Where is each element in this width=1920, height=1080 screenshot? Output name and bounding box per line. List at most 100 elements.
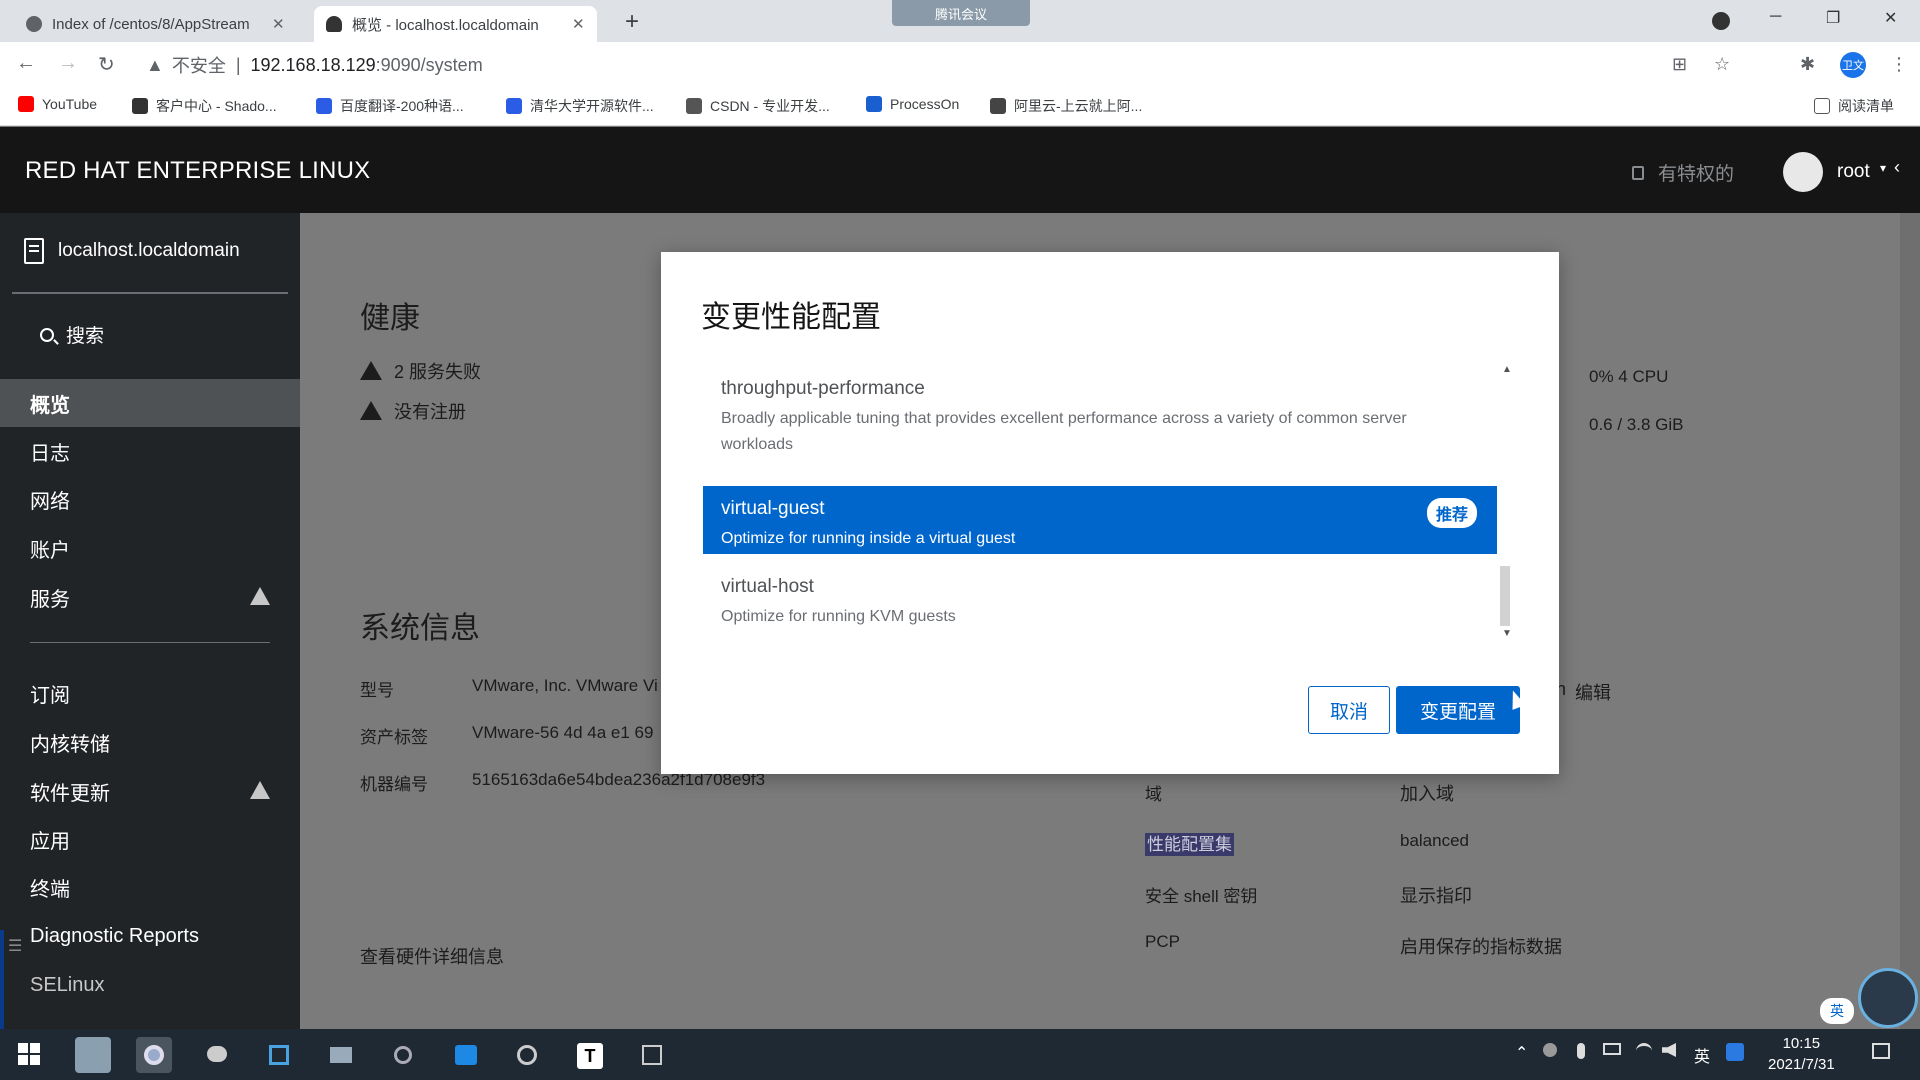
taskbar-app-icon[interactable] [509, 1037, 545, 1073]
microphone-icon[interactable] [1577, 1043, 1585, 1059]
close-tab-icon[interactable]: ✕ [572, 15, 585, 33]
qq-icon[interactable] [1726, 1043, 1744, 1061]
profile-desc: Broadly applicable tuning that provides … [721, 410, 1407, 453]
enable-pcp-link[interactable]: 启用保存的指标数据 [1400, 933, 1562, 959]
address-bar[interactable]: ▲ 不安全 | 192.168.18.129 :9090/system [146, 50, 483, 80]
sidebar-item-network[interactable]: 网络 [0, 475, 300, 523]
privileged-toggle[interactable]: 有特权的 [1632, 159, 1734, 186]
meeting-banner[interactable]: 腾讯会议 [892, 0, 1030, 26]
floating-avatar[interactable] [1858, 968, 1918, 1028]
taskbar-clock[interactable]: 10:15 2021/7/31 [1768, 1033, 1835, 1075]
hardware-details-link[interactable]: 查看硬件详细信息 [360, 943, 504, 969]
new-tab-button[interactable]: + [625, 8, 639, 36]
bookmark-processon[interactable]: ProcessOn [866, 96, 959, 112]
redhat-icon [326, 16, 342, 32]
list-scroll-up-icon[interactable]: ▲ [1502, 364, 1512, 375]
sidebar-item-kdump[interactable]: 内核转储 [0, 718, 300, 766]
profile-option-throughput-performance[interactable]: throughput-performance Broadly applicabl… [703, 378, 1497, 458]
tab-cockpit-overview[interactable]: 概览 - localhost.localdomain ✕ [314, 6, 597, 42]
wifi-icon[interactable] [1636, 1043, 1652, 1057]
sidebar-item-accounts[interactable]: 账户 [0, 524, 300, 572]
performance-profile-link[interactable]: balanced [1400, 831, 1469, 851]
sidebar-item-updates[interactable]: 软件更新 [0, 767, 300, 815]
close-tab-icon[interactable]: ✕ [272, 15, 285, 33]
bookmark-baidu-translate[interactable]: 百度翻译-200种语... [316, 96, 464, 116]
minimize-button[interactable]: ─ [1770, 8, 1781, 26]
config-key: 域 [1145, 785, 1162, 804]
reading-list[interactable]: 阅读清单 [1814, 96, 1894, 116]
bookmark-csdn[interactable]: CSDN - 专业开发... [686, 96, 830, 116]
taskbar-explorer-icon[interactable] [323, 1037, 359, 1073]
tray-app-icon[interactable] [1543, 1043, 1557, 1057]
extensions-icon[interactable]: ✱ [1800, 54, 1815, 75]
sidebar-item-logs[interactable]: 日志 [0, 427, 300, 475]
battery-icon[interactable] [1603, 1043, 1621, 1055]
tray-overflow-icon[interactable]: ⌃ [1515, 1043, 1528, 1063]
sidebar-item-subscriptions[interactable]: 订阅 [0, 669, 300, 717]
edit-hostname-link[interactable]: 编辑 [1575, 679, 1611, 705]
ime-indicator[interactable]: 英 [1820, 998, 1854, 1024]
profile-option-virtual-host[interactable]: virtual-host Optimize for running KVM gu… [703, 576, 1497, 630]
cpu-usage: 0% 4 CPU [1589, 367, 1669, 386]
sidebar-item-selinux[interactable]: SELinux [0, 961, 300, 1009]
taskbar-app-icon[interactable] [634, 1037, 670, 1073]
bookmark-aliyun[interactable]: 阿里云-上云就上阿... [990, 96, 1142, 116]
maximize-button[interactable]: ❐ [1826, 8, 1840, 28]
windows-start-icon[interactable] [18, 1043, 40, 1065]
chevron-down-icon[interactable]: ▾ [1880, 161, 1886, 175]
profile-option-virtual-guest[interactable]: virtual-guest Optimize for running insid… [703, 486, 1497, 554]
page-scrollbar[interactable] [1900, 213, 1920, 1029]
back-button[interactable]: ← [16, 52, 36, 75]
sidebar-item-label: 终端 [30, 878, 70, 901]
taskbar-app-icon[interactable] [385, 1037, 421, 1073]
insecure-label: 不安全 [171, 56, 226, 76]
taskbar-app-icon[interactable] [75, 1037, 111, 1073]
list-scroll-down-icon[interactable]: ▼ [1502, 628, 1512, 639]
host-switcher[interactable]: localhost.localdomain [24, 238, 240, 264]
reload-button[interactable]: ↻ [98, 52, 115, 77]
health-item-failed[interactable]: 2 服务失败 [360, 358, 481, 384]
csdn-icon [686, 98, 702, 114]
sidebar-item-diagnostic-reports[interactable]: Diagnostic Reports [0, 912, 300, 960]
list-scrollbar-thumb[interactable] [1500, 566, 1510, 626]
profile-list[interactable]: throughput-performance Broadly applicabl… [703, 366, 1523, 648]
sidebar-item-overview[interactable]: 概览 [0, 379, 300, 427]
bookmark-tsinghua-mirror[interactable]: 清华大学开源软件... [506, 96, 654, 116]
recommended-badge: 推荐 [1426, 498, 1477, 528]
taskbar-vmware-icon[interactable] [261, 1037, 297, 1073]
user-menu[interactable]: root [1837, 161, 1870, 183]
translate-icon[interactable]: ⊞ [1672, 54, 1687, 75]
volume-icon[interactable] [1662, 1043, 1676, 1057]
bookmark-label: 阿里云-上云就上阿... [1014, 98, 1143, 114]
health-item-unregistered[interactable]: 没有注册 [360, 398, 466, 424]
sidebar-item-services[interactable]: 服务 [0, 573, 300, 621]
taskbar-typora-icon[interactable]: T [571, 1037, 607, 1073]
bookmark-label: 清华大学开源软件... [530, 98, 654, 114]
sidebar-item-terminal[interactable]: 终端 [0, 863, 300, 911]
taskbar-app-icon[interactable] [447, 1037, 483, 1073]
close-window-button[interactable]: ✕ [1884, 8, 1897, 28]
cancel-button[interactable]: 取消 [1308, 686, 1390, 734]
bookmark-shadowsocks[interactable]: 客户中心 - Shado... [132, 96, 277, 116]
forward-button[interactable]: → [58, 52, 78, 75]
bookmark-label: 百度翻译-200种语... [340, 98, 464, 114]
list-icon: ☰ [8, 938, 23, 955]
chevron-left-icon[interactable]: ‹ [1894, 157, 1900, 178]
bookmark-star-icon[interactable]: ☆ [1714, 54, 1730, 75]
sidebar-item-apps[interactable]: 应用 [0, 815, 300, 863]
taskbar-chrome-icon[interactable] [136, 1037, 172, 1073]
user-avatar[interactable] [1783, 152, 1823, 192]
notification-icon[interactable] [1872, 1043, 1890, 1059]
bookmark-youtube[interactable]: YouTube [18, 96, 97, 112]
sidebar-search[interactable]: 搜索 [40, 321, 104, 348]
join-domain-link[interactable]: 加入域 [1400, 780, 1454, 806]
change-profile-button[interactable]: 变更配置 [1396, 686, 1520, 734]
browser-profile-icon[interactable] [1712, 12, 1730, 30]
browser-menu-icon[interactable]: ⋮ [1890, 54, 1908, 75]
input-language[interactable]: 英 [1694, 1043, 1710, 1067]
tab-centos-index[interactable]: Index of /centos/8/AppStream ✕ [14, 6, 297, 42]
tab-title: 概览 - localhost.localdomain [352, 16, 539, 34]
show-fingerprints-link[interactable]: 显示指印 [1400, 882, 1472, 908]
profile-avatar[interactable]: 卫文 [1840, 52, 1866, 78]
taskbar-wechat-icon[interactable] [198, 1037, 234, 1073]
